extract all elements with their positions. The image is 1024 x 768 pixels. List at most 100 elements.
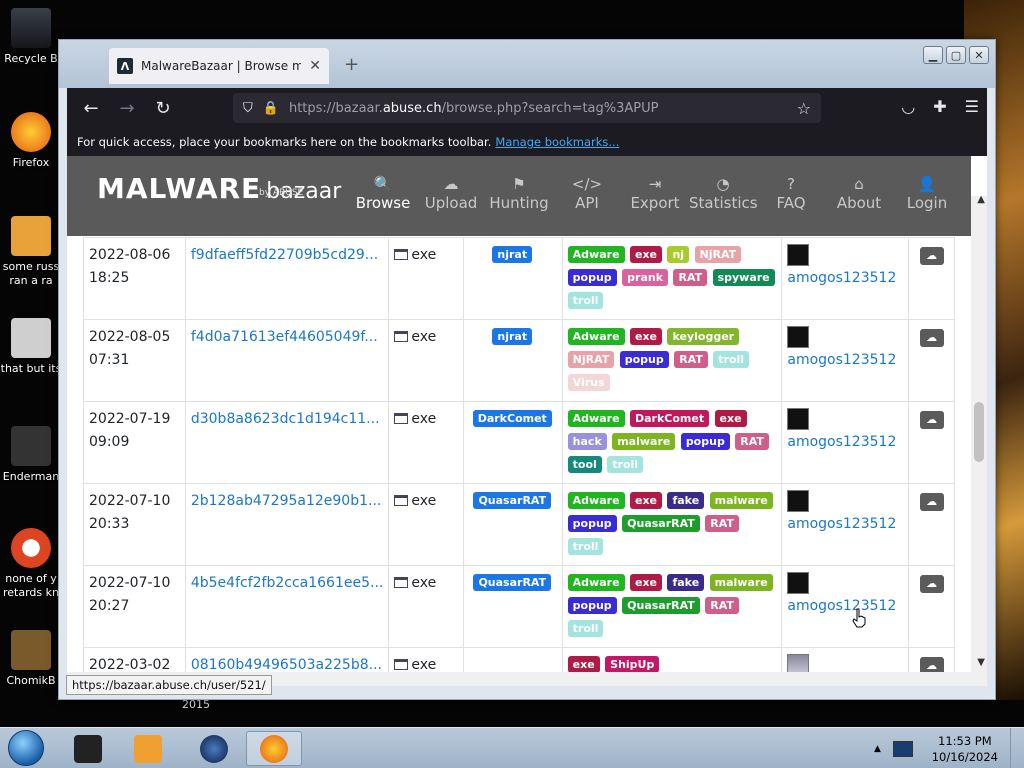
signature-badge[interactable]: DarkComet [472, 410, 552, 427]
tag-badge[interactable]: troll [567, 538, 604, 555]
nav-about[interactable]: ⌂ About [825, 174, 893, 212]
pocket-icon[interactable]: ◡ [901, 97, 915, 116]
start-button[interactable] [8, 730, 44, 766]
nav-upload[interactable]: ☁ Upload [417, 174, 485, 212]
signature-badge[interactable]: QuasarRAT [473, 492, 552, 509]
tag-badge[interactable]: malware [612, 433, 676, 450]
network-icon[interactable] [892, 740, 913, 757]
close-tab-icon[interactable]: ✕ [309, 58, 321, 74]
tag-badge[interactable]: popup [567, 597, 617, 614]
extensions-icon[interactable]: ✚ [933, 97, 946, 116]
nav-export[interactable]: ⇥ Export [621, 174, 689, 212]
tray-expand-icon[interactable]: ▲ [874, 744, 881, 754]
vertical-scrollbar[interactable]: ▲ ▼ [971, 194, 987, 686]
bookmark-star-icon[interactable]: ☆ [797, 99, 811, 118]
tag-badge[interactable]: RAT [705, 515, 739, 532]
scrollbar-thumb[interactable] [974, 402, 984, 462]
site-logo[interactable]: MALWARE bazaar [97, 172, 341, 205]
nav-faq[interactable]: ? FAQ [757, 174, 825, 212]
tag-badge[interactable]: tool [567, 456, 602, 473]
tag-badge[interactable]: QuasarRAT [622, 515, 700, 532]
sha256-link[interactable]: f9dfaeff5fd22709b5cd29... [184, 237, 390, 320]
maximize-button[interactable]: ▢ [946, 46, 966, 64]
desktop-icon-firefox[interactable]: Firefox [0, 112, 62, 170]
download-cloud-icon[interactable]: ☁ [919, 247, 944, 265]
scroll-down-icon[interactable]: ▼ [977, 657, 985, 668]
download-cloud-icon[interactable]: ☁ [919, 493, 944, 511]
scroll-up-icon[interactable]: ▲ [977, 194, 985, 205]
tag-badge[interactable]: malware [709, 574, 773, 591]
tag-badge[interactable]: RAT [735, 433, 769, 450]
back-button[interactable]: ← [73, 98, 109, 119]
tag-badge[interactable]: NjRAT [567, 351, 615, 368]
tag-badge[interactable]: troll [607, 456, 644, 473]
tag-badge[interactable]: popup [680, 433, 730, 450]
avatar[interactable] [787, 408, 810, 430]
nav-login[interactable]: 👤 Login [893, 174, 961, 212]
tag-badge[interactable]: Adware [567, 492, 625, 509]
reporter-link[interactable]: amogos123512 [787, 349, 903, 372]
avatar[interactable] [787, 326, 810, 348]
tag-badge[interactable]: fake [667, 492, 705, 509]
tag-badge[interactable]: malware [709, 492, 773, 509]
sha256-link[interactable]: f4d0a71613ef44605049f... [184, 319, 390, 402]
forward-button[interactable]: → [109, 98, 145, 119]
tag-badge[interactable]: RAT [674, 351, 708, 368]
taskbar-app-terminal[interactable] [60, 731, 116, 766]
tag-badge[interactable]: popup [567, 269, 617, 286]
tag-badge[interactable]: exe [629, 574, 663, 591]
tag-badge[interactable]: NjRAT [694, 246, 742, 263]
tag-badge[interactable]: popup [619, 351, 669, 368]
tag-badge[interactable]: exe [629, 246, 663, 263]
tag-badge[interactable]: DarkComet [629, 410, 710, 427]
tag-badge[interactable]: QuasarRAT [622, 597, 700, 614]
browser-tab[interactable]: Λ MalwareBazaar | Browse malware ✕ [109, 48, 329, 84]
tag-badge[interactable]: fake [667, 574, 705, 591]
tag-badge[interactable]: Adware [567, 410, 625, 427]
desktop-icon-recycle-bin[interactable]: Recycle B [0, 8, 62, 66]
avatar[interactable] [787, 572, 810, 594]
tag-badge[interactable]: Adware [567, 328, 625, 345]
nav-hunting[interactable]: ⚑ Hunting [485, 174, 553, 212]
taskbar-app-firefox[interactable] [246, 731, 302, 766]
url-text[interactable]: https://bazaar.abuse.ch/browse.php?searc… [289, 101, 659, 116]
clock[interactable]: 11:53 PM 10/16/2024 [932, 733, 998, 765]
address-bar[interactable]: ⛉ 🔒 https://bazaar.abuse.ch/browse.php?s… [233, 93, 821, 123]
reporter-link[interactable]: amogos123512 [787, 513, 903, 536]
desktop-icon-chomik[interactable]: ChomikB [0, 630, 62, 688]
avatar[interactable] [787, 244, 810, 266]
tag-badge[interactable]: hack [567, 433, 607, 450]
nav-api[interactable]: </> API [553, 174, 621, 212]
tag-badge[interactable]: RAT [705, 597, 739, 614]
tag-badge[interactable]: troll [713, 351, 750, 368]
tag-badge[interactable]: exe [629, 328, 663, 345]
tag-badge[interactable]: popup [567, 515, 617, 532]
tag-badge[interactable]: exe [567, 656, 600, 673]
shield-icon[interactable]: ⛉ [243, 101, 253, 116]
tag-badge[interactable]: Virus [567, 374, 610, 391]
nav-statistics[interactable]: ◔ Statistics [689, 174, 758, 212]
reporter-link[interactable]: amogos123512 [787, 267, 903, 290]
signature-badge[interactable]: njrat [492, 246, 533, 263]
download-cloud-icon[interactable]: ☁ [919, 329, 944, 347]
desktop-icon-none[interactable]: none of y retards kn [0, 528, 62, 600]
desktop-icon-that[interactable]: that but its [0, 318, 62, 376]
tag-badge[interactable]: Adware [567, 574, 625, 591]
show-desktop-button[interactable] [1010, 728, 1024, 768]
tag-badge[interactable]: exe [629, 492, 663, 509]
tag-badge[interactable]: keylogger [667, 328, 740, 345]
menu-icon[interactable]: ☰ [965, 97, 979, 116]
desktop-icon-enderman[interactable]: Enderman [0, 426, 62, 484]
reporter-link[interactable]: amogos123512 [787, 431, 903, 454]
download-cloud-icon[interactable]: ☁ [919, 411, 944, 429]
minimize-button[interactable]: ▁ [923, 46, 943, 64]
sha256-link[interactable]: 4b5e4fcf2fb2cca1661ee5... [184, 565, 390, 648]
manage-bookmarks-link[interactable]: Manage bookmarks... [495, 135, 619, 149]
tag-badge[interactable]: Adware [567, 246, 625, 263]
new-tab-button[interactable]: + [344, 54, 359, 75]
tag-badge[interactable]: troll [567, 292, 604, 309]
tag-badge[interactable]: nj [667, 246, 690, 263]
lock-icon[interactable]: 🔒 [263, 101, 279, 116]
reload-button[interactable]: ↻ [145, 98, 181, 119]
close-window-button[interactable]: ✕ [969, 46, 989, 64]
